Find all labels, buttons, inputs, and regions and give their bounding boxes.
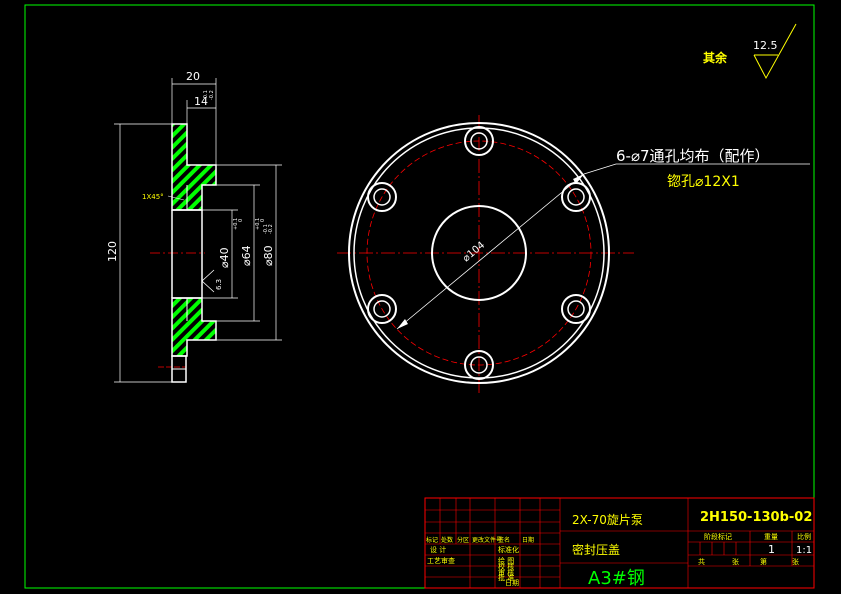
section-hatch-bottom [171,297,217,357]
label-scale: 比例 [797,532,811,541]
label-date: 日期 [505,579,519,587]
roughness-symbol-bore [201,269,215,293]
label-design: 设 计 [430,545,446,554]
label-standardization: 标准化 [498,545,519,554]
label-sheets-total: 共 [698,557,705,566]
dim-step-tol-bot: 0 [260,219,266,222]
material: A3#钢 [588,568,645,589]
roughness-bore-text: 6.3 [215,279,223,290]
rev-header-date: 日期 [522,536,534,544]
title-block: 标记 处数 分区 更改文件号 签名 日期 设 计 标准化 工艺审查 绘 图 校 … [424,497,815,589]
dim-bore-text: ⌀40 [218,247,231,268]
product-name: 2X-70旋片泵 [572,513,643,527]
dim-total-width-text: 20 [186,70,200,83]
label-weight: 重量 [764,533,778,541]
pcd-dim-text: ⌀104 [461,240,487,265]
dim-flange-tol-bot: -0.2 [209,90,215,100]
pcd-dim-line [396,173,585,330]
roughness-value: 12.5 [753,39,778,52]
hole-note-leader [583,163,810,175]
side-section-view: 20 14 -0.1 -0.2 120 ⌀40 +0.1 0 ⌀64 +0.1 … [106,70,282,383]
roughness-label: 其余 [703,50,728,65]
label-stage: 阶段标记 [704,532,732,541]
drawing-border [24,4,815,589]
rev-header-sign: 签名 [498,536,510,544]
dim-step-text: ⌀64 [240,245,253,266]
dim-spigot-text: ⌀80 [262,245,275,266]
dim-bore-tol-bot: 0 [238,219,244,222]
label-sheet-unit: 张 [792,557,799,566]
dim-overall-dia-text: 120 [106,241,119,262]
label-process: 工艺审查 [427,556,455,565]
quantity-value: 1 [768,543,775,556]
rev-header-mark: 标记 [426,536,438,544]
part-name: 密封压盖 [572,542,620,557]
front-view: ⌀104 6-⌀7通孔均布（配作） 锪孔⌀12X1 [337,115,810,393]
section-hatch-top [171,123,217,211]
scale-value: 1:1 [796,545,812,556]
drawing-number: 2H150-130b-02 [700,510,812,525]
label-sheet-no: 第 [760,557,767,566]
hole-note-line1: 6-⌀7通孔均布（配作） [616,147,770,165]
chamfer-note: 1X45° [142,193,164,201]
dim-spigot-tol-bot: -0.2 [268,224,274,234]
hole-note-line2: 锪孔⌀12X1 [667,174,740,190]
drawing-canvas: 其余 12.5 20 14 -0.1 -0.2 120 ⌀40 +0.1 0 ⌀… [24,4,815,589]
label-sheets: 张 [732,557,739,566]
surface-roughness-note: 其余 12.5 [703,23,797,80]
rev-header-count: 处数 [441,536,453,544]
rev-header-zone: 分区 [457,536,469,544]
